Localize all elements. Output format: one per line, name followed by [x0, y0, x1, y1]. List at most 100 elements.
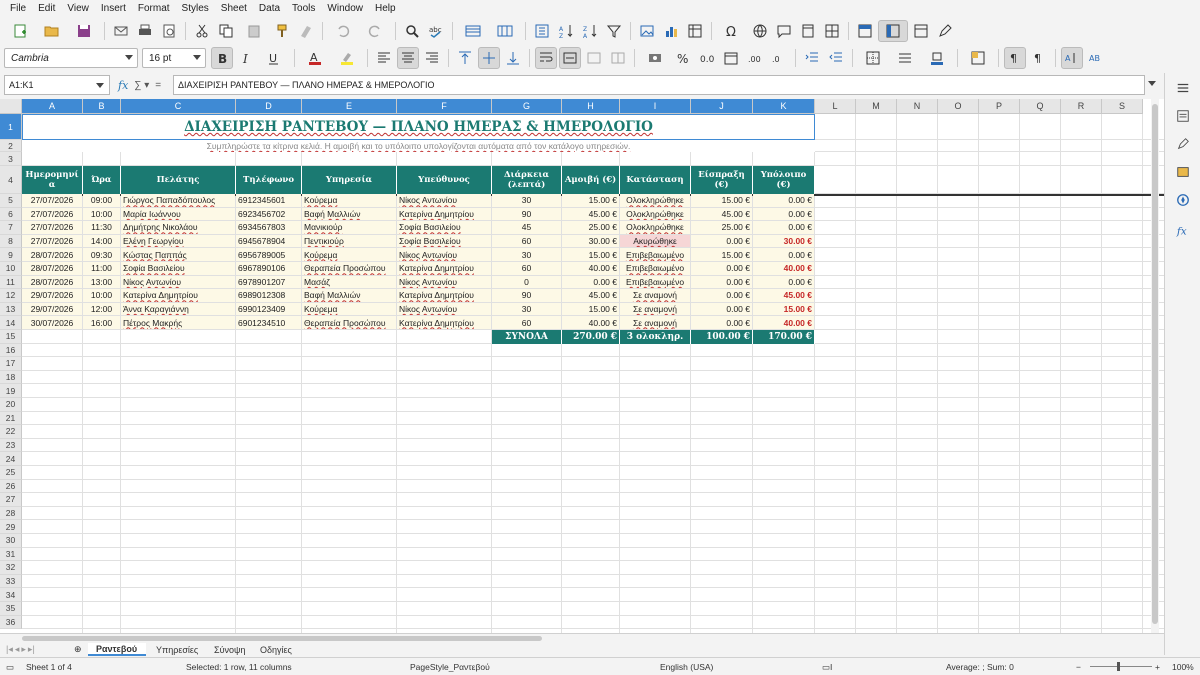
spreadsheet-grid[interactable]: A B C D E F G H I J K L M N O P Q R S 1 2 3 4 5 6 7 8 9 10 11 12 13 14 15…	[0, 99, 1164, 633]
table-header-cell[interactable]: Αμοιβή (€)	[562, 166, 620, 194]
table-cell[interactable]: Κατερίνα Δημητρίου	[121, 289, 235, 302]
table-cell[interactable]: Πεντικιούρ	[302, 234, 396, 248]
table-cell[interactable]: 45.00 €	[562, 207, 619, 221]
menu-item[interactable]: File	[4, 3, 32, 14]
status-cell[interactable]: Σε αναμονή	[620, 289, 690, 302]
table-cell[interactable]: Νίκος Αντωνίου	[397, 275, 491, 289]
menu-item[interactable]: Help	[369, 3, 402, 14]
column-header-b[interactable]: B	[83, 99, 121, 114]
row-header[interactable]: 35	[0, 602, 22, 616]
freeze-columns-icon[interactable]	[878, 20, 908, 42]
table-cell[interactable]: Νίκος Αντωνίου	[397, 248, 491, 261]
expand-formula-bar-icon[interactable]	[1148, 81, 1156, 86]
table-cell[interactable]: Δημήτρης Νικολάου	[121, 221, 235, 234]
new-document-icon[interactable]	[5, 20, 35, 42]
currency-format-icon[interactable]	[640, 47, 670, 69]
table-cell[interactable]: Νίκος Αντωνίου	[397, 302, 491, 316]
row-header[interactable]: 12	[0, 289, 22, 303]
table-cell[interactable]: Θεραπεία Προσώπου	[302, 316, 396, 329]
autofilter-icon[interactable]	[603, 20, 625, 42]
menu-item[interactable]: Format	[132, 3, 176, 14]
hyperlink-icon[interactable]	[749, 20, 771, 42]
table-cell[interactable]: Ελένη Γεωργίου	[121, 234, 235, 248]
menu-item[interactable]: Tools	[286, 3, 321, 14]
table-cell[interactable]: 40.00 €	[562, 262, 619, 275]
font-color-icon[interactable]: A	[300, 47, 330, 69]
status-cell[interactable]: Ολοκληρώθηκε	[620, 221, 690, 234]
row-header[interactable]: 25	[0, 466, 22, 480]
table-cell[interactable]: Μανικιούρ	[302, 221, 396, 234]
table-cell[interactable]: 15.00 €	[562, 194, 619, 207]
table-cell[interactable]: 45.00 €	[562, 289, 619, 302]
row-header[interactable]: 27	[0, 493, 22, 507]
underline-icon[interactable]: U	[259, 47, 289, 69]
column-header-q[interactable]: Q	[1020, 99, 1061, 114]
sort-descending-icon[interactable]: ZA	[579, 20, 601, 42]
table-header-cell[interactable]: Τηλέφωνο	[236, 166, 302, 194]
totals-cell[interactable]: 170.00 €	[753, 330, 815, 344]
column-header-g[interactable]: G	[492, 99, 562, 114]
menu-item[interactable]: Edit	[32, 3, 61, 14]
text-orientation-icon[interactable]: A	[1061, 47, 1083, 69]
row-header[interactable]: 9	[0, 248, 22, 262]
table-cell[interactable]: 90	[492, 207, 561, 221]
formula-input[interactable]: ΔΙΑΧΕΙΡΙΣΗ ΡΑΝΤΕΒΟΥ — ΠΛΑΝΟ ΗΜΕΡΑΣ & ΗΜΕ…	[173, 75, 1145, 95]
table-cell[interactable]: 45.00 €	[691, 207, 752, 221]
table-cell[interactable]: 15.00 €	[753, 302, 814, 316]
row-header[interactable]: 16	[0, 343, 22, 358]
row-header[interactable]: 34	[0, 588, 22, 602]
row-header[interactable]: 7	[0, 221, 22, 235]
headers-footers-icon[interactable]	[797, 20, 819, 42]
table-cell[interactable]: 28/07/2026	[22, 275, 82, 289]
row-header[interactable]: 22	[0, 425, 22, 439]
row-header[interactable]: 36	[0, 615, 22, 630]
zoom-out-icon[interactable]: −	[1076, 662, 1081, 672]
table-cell[interactable]: 16:00	[83, 316, 120, 329]
table-cell[interactable]: 60	[492, 316, 561, 329]
table-cell[interactable]: 30	[492, 302, 561, 316]
table-cell[interactable]: Σοφία Βασιλείου	[397, 221, 491, 234]
table-cell[interactable]: 0.00 €	[753, 207, 814, 221]
table-cell[interactable]: 10:00	[83, 289, 120, 302]
table-cell[interactable]: 25.00 €	[562, 221, 619, 234]
row-header[interactable]: 10	[0, 262, 22, 276]
table-header-cell[interactable]: Κατάσταση	[620, 166, 691, 194]
increase-indent-icon[interactable]	[801, 47, 823, 69]
table-cell[interactable]: 0.00 €	[753, 275, 814, 289]
sheet-tab[interactable]: Οδηγίες	[252, 643, 296, 656]
table-cell[interactable]: 0.00 €	[562, 275, 619, 289]
sheet-tab[interactable]: Υπηρεσίες	[148, 643, 204, 656]
formula-icon[interactable]: =	[155, 80, 161, 91]
menu-item[interactable]: Styles	[176, 3, 215, 14]
menu-item[interactable]: Window	[321, 3, 369, 14]
menu-item[interactable]: Data	[253, 3, 286, 14]
table-cell[interactable]: Πέτρος Μακρής	[121, 316, 235, 329]
row-header[interactable]: 30	[0, 534, 22, 548]
align-bottom-icon[interactable]	[502, 47, 524, 69]
freeze-rows-icon[interactable]	[854, 20, 876, 42]
number-format-icon[interactable]: 0.0	[696, 47, 718, 69]
date-format-icon[interactable]	[720, 47, 742, 69]
row-header[interactable]: 1	[0, 114, 22, 140]
table-cell[interactable]: 6990123409	[236, 302, 301, 316]
sheet-tab[interactable]: Ραντεβού	[88, 643, 146, 656]
table-cell[interactable]: Κατερίνα Δημητρίου	[397, 207, 491, 221]
column-header-n[interactable]: N	[897, 99, 938, 114]
merge-cells-icon[interactable]	[583, 47, 605, 69]
status-cell[interactable]: Σε αναμονή	[620, 316, 690, 329]
italic-icon[interactable]: I	[235, 47, 257, 69]
split-window-icon[interactable]	[910, 20, 932, 42]
text-direction-rtl-icon[interactable]: ¶	[1028, 47, 1050, 69]
row-header[interactable]: 19	[0, 384, 22, 398]
row-header[interactable]: 5	[0, 194, 22, 208]
borders-icon[interactable]	[858, 47, 888, 69]
merge-center-icon[interactable]	[559, 47, 581, 69]
name-box[interactable]: A1:K1	[4, 75, 110, 95]
align-top-icon[interactable]	[454, 47, 476, 69]
table-cell[interactable]: 09:00	[83, 194, 120, 207]
special-character-icon[interactable]: Ω	[717, 20, 747, 42]
table-cell[interactable]: 30.00 €	[562, 234, 619, 248]
table-header-cell[interactable]: Υπεύθυνος	[397, 166, 492, 194]
row-header[interactable]: 18	[0, 370, 22, 385]
column-header-e[interactable]: E	[302, 99, 397, 114]
